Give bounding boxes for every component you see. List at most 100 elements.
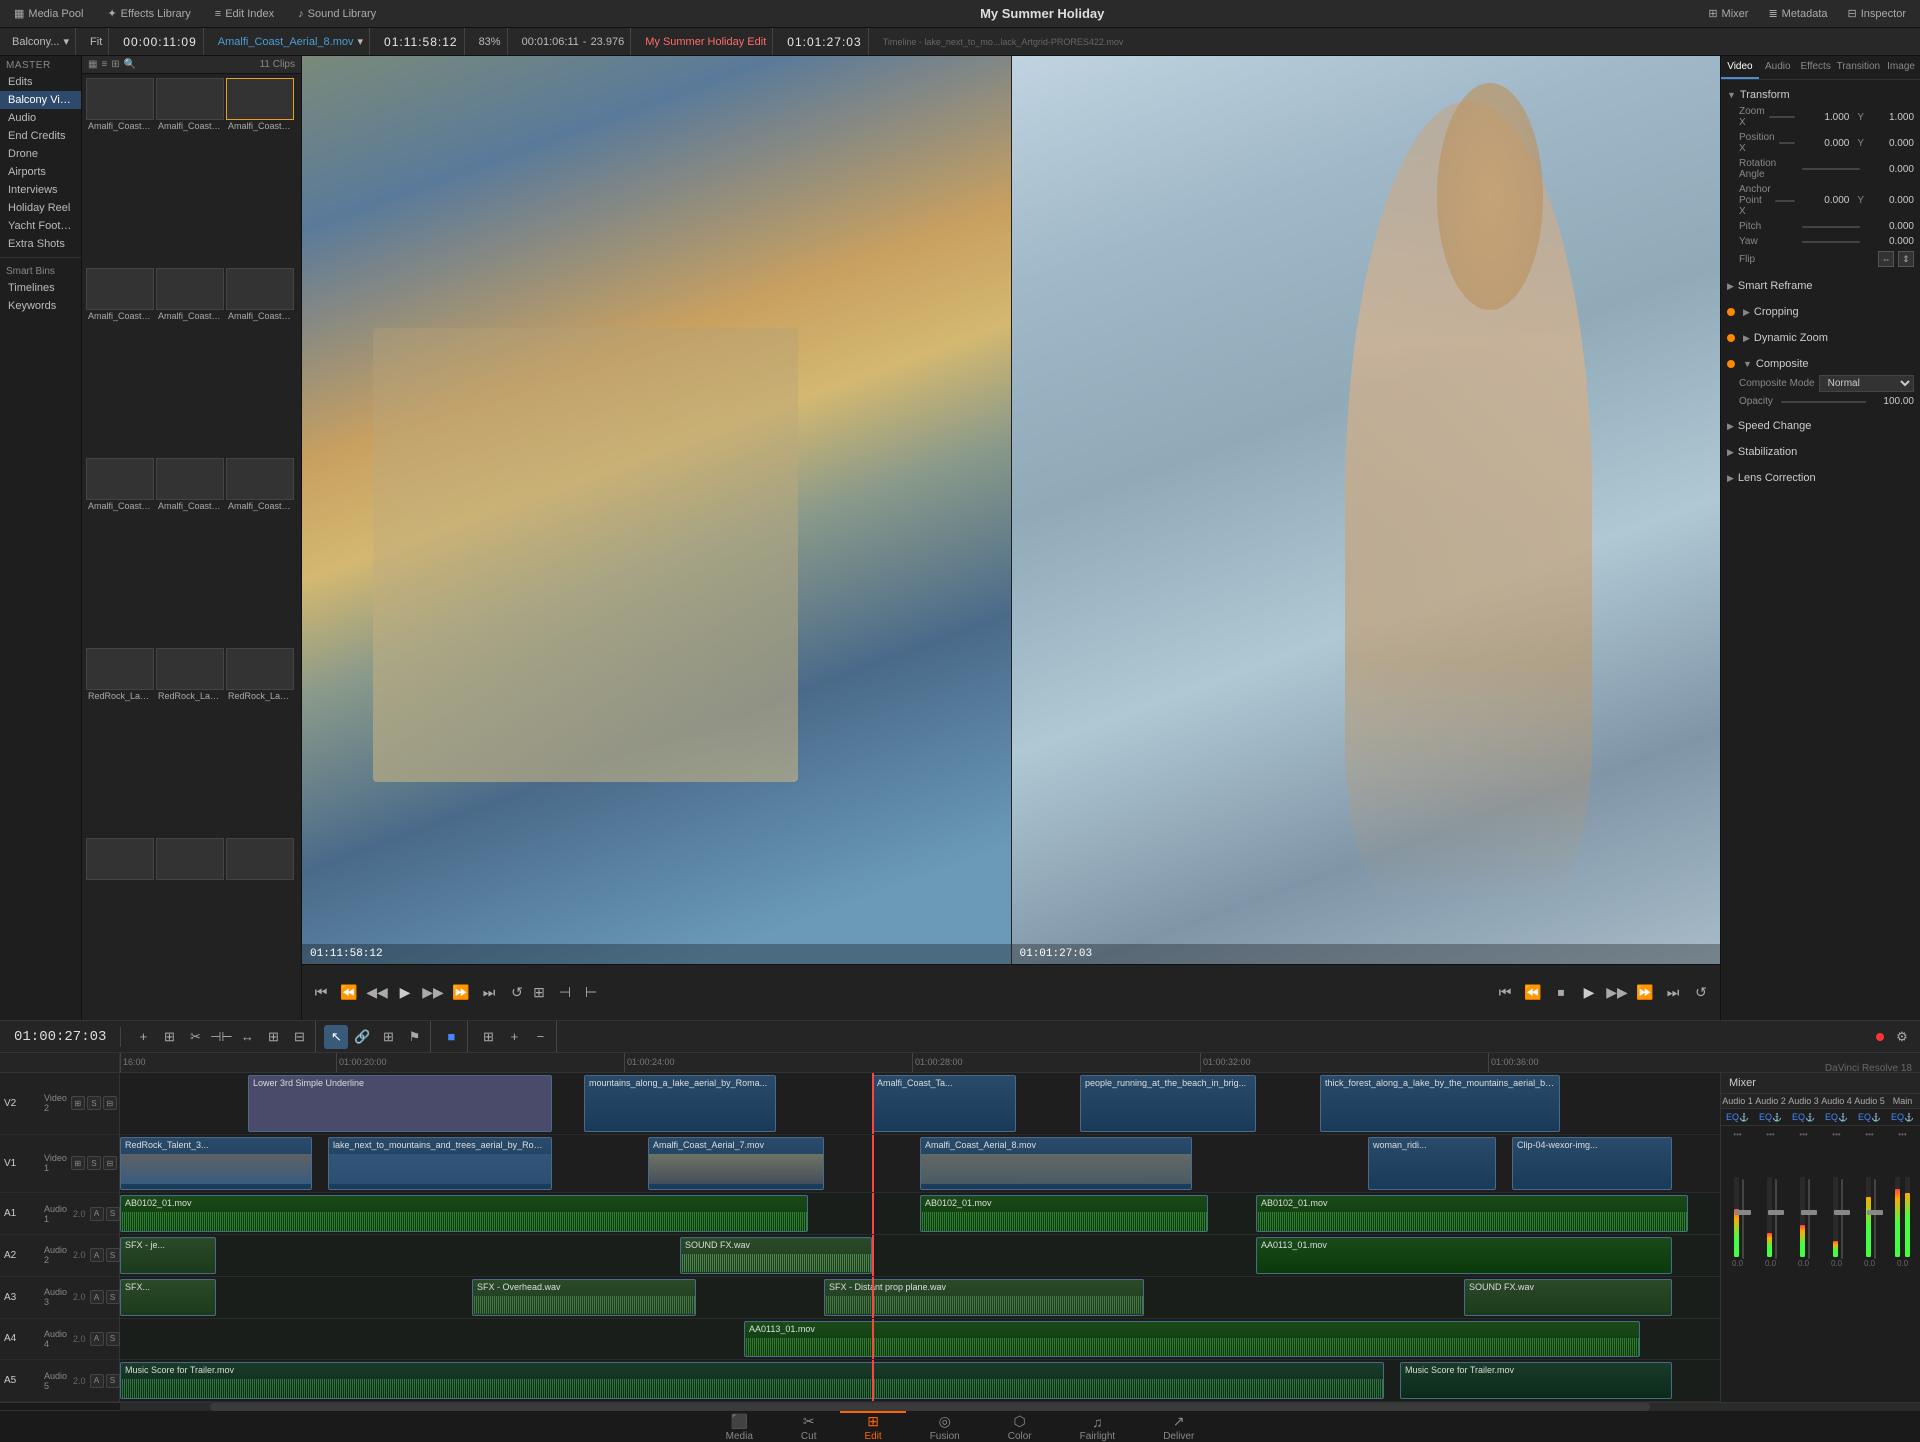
mixer-fader-a1[interactable]	[1742, 1179, 1744, 1259]
rotation-slider[interactable]	[1802, 168, 1861, 170]
clip-04-wexor[interactable]: Clip-04-wexor-img...	[1512, 1137, 1672, 1191]
source-loop-button[interactable]: ↺	[506, 982, 528, 1004]
inspector-tab-video[interactable]: Video	[1721, 56, 1759, 79]
program-ff-button[interactable]: ▶▶	[1606, 982, 1628, 1004]
smart-reframe-header[interactable]: ▶ Smart Reframe	[1727, 277, 1914, 295]
clip-amalfi-aerial-7[interactable]: Amalfi_Coast_Aerial_7.mov	[648, 1137, 824, 1191]
track-v1-solo[interactable]: ⊟	[103, 1156, 117, 1170]
source-skip-start-button[interactable]: ⏮	[310, 982, 332, 1004]
dynamic-zoom-header[interactable]: ▶ Dynamic Zoom	[1727, 329, 1914, 347]
tab-inspector[interactable]: ⊟ Inspector	[1842, 5, 1912, 22]
nav-extra-shots[interactable]: Extra Shots	[0, 235, 81, 253]
cropping-header[interactable]: ▶ Cropping	[1727, 303, 1914, 321]
add-track-button[interactable]: +	[131, 1025, 155, 1049]
clip-selector[interactable]: Amalfi_Coast_Aerial_8.mov ▾	[212, 28, 370, 55]
nav-color[interactable]: ⬡ Color	[984, 1411, 1056, 1442]
speed-change-header[interactable]: ▶ Speed Change	[1727, 417, 1914, 435]
fader-handle-a4[interactable]	[1834, 1210, 1850, 1215]
clip-a1-ab0102-2[interactable]: AB0102_01.mov	[920, 1195, 1208, 1232]
nav-fairlight[interactable]: ♫ Fairlight	[1056, 1411, 1140, 1442]
zoom-in-button[interactable]: +	[502, 1025, 526, 1049]
flag-button[interactable]: ⚑	[402, 1025, 426, 1049]
nav-airports[interactable]: Airports	[0, 163, 81, 181]
media-clip-13[interactable]	[156, 838, 224, 1016]
track-a2-solo[interactable]: S	[106, 1248, 120, 1262]
nav-timelines[interactable]: Timelines	[0, 279, 81, 297]
media-clip-8[interactable]: Amalfi_Coast_T...	[226, 458, 294, 646]
inspector-tab-image[interactable]: Image	[1882, 56, 1920, 79]
track-a2-auto[interactable]: A	[90, 1248, 104, 1262]
zoom-x-slider[interactable]	[1769, 116, 1795, 118]
clip-mountains-aerial[interactable]: mountains_along_a_lake_aerial_by_Roma...	[584, 1075, 776, 1132]
nav-yacht-footage[interactable]: Yacht Footage	[0, 217, 81, 235]
fader-handle-a3[interactable]	[1801, 1210, 1817, 1215]
clip-amalfi-aerial-8[interactable]: Amalfi_Coast_Aerial_8.mov	[920, 1137, 1192, 1191]
transform-section-header[interactable]: ▼ Transform	[1727, 86, 1914, 104]
track-a5-solo[interactable]: S	[106, 1374, 120, 1388]
zoom-out-button[interactable]: −	[528, 1025, 552, 1049]
tab-effects-library[interactable]: ✦ Effects Library	[101, 5, 196, 22]
track-v2-solo[interactable]: ⊟	[103, 1096, 117, 1110]
nav-drone[interactable]: Drone	[0, 145, 81, 163]
track-a1-auto[interactable]: A	[90, 1207, 104, 1221]
bin-selector[interactable]: Balcony... ▾	[6, 28, 76, 55]
fader-handle-a2[interactable]	[1768, 1210, 1784, 1215]
media-clip-9[interactable]: RedRock_Land...	[86, 648, 154, 836]
track-v2-mute[interactable]: S	[87, 1096, 101, 1110]
program-skip-start-button[interactable]: ⏮	[1494, 982, 1516, 1004]
flip-v-button[interactable]: ⇕	[1898, 251, 1914, 267]
program-next-frame-button[interactable]: ⏩	[1634, 982, 1656, 1004]
anchor-x-slider[interactable]	[1775, 200, 1796, 202]
clip-lower-third[interactable]: Lower 3rd Simple Underline	[248, 1075, 552, 1132]
media-clip-0[interactable]: Amalfi_Coast_A...	[86, 78, 154, 266]
clip-a3-overhead[interactable]: SFX - Overhead.wav	[472, 1279, 696, 1316]
nav-audio[interactable]: Audio	[0, 109, 81, 127]
media-clip-1[interactable]: Amalfi_Coast_A...	[156, 78, 224, 266]
nav-interviews[interactable]: Interviews	[0, 181, 81, 199]
mixer-fader-a5[interactable]	[1874, 1179, 1876, 1259]
media-clip-4[interactable]: Amalfi_Coast_T...	[156, 268, 224, 456]
nav-deliver[interactable]: ↗ Deliver	[1139, 1411, 1218, 1442]
media-clip-3[interactable]: Amalfi_Coast_T...	[86, 268, 154, 456]
media-clip-10[interactable]: RedRock_Land...	[156, 648, 224, 836]
media-clip-6[interactable]: Amalfi_Coast_T...	[86, 458, 154, 646]
tab-edit-index[interactable]: ≡ Edit Index	[209, 6, 280, 22]
clip-amalfi-talent[interactable]: Amalfi_Coast_Ta...	[872, 1075, 1016, 1132]
position-x-slider[interactable]	[1779, 142, 1796, 144]
fader-handle-a1[interactable]	[1735, 1210, 1751, 1215]
mark-out-button[interactable]: ⊢	[580, 982, 602, 1004]
slide-tool[interactable]: ⊟	[287, 1025, 311, 1049]
clip-a3-sound-fx-2[interactable]: SOUND FX.wav	[1464, 1279, 1672, 1316]
mixer-fader-a4[interactable]	[1841, 1179, 1843, 1259]
source-next-frame-button[interactable]: ⏩	[450, 982, 472, 1004]
trim-tool[interactable]: ⊣⊢	[209, 1025, 233, 1049]
tab-media-pool[interactable]: ▦ Media Pool	[8, 5, 89, 22]
clip-a2-sfx-je[interactable]: SFX - je...	[120, 1237, 216, 1274]
nav-keywords[interactable]: Keywords	[0, 297, 81, 315]
clip-a2-sound-fx[interactable]: SOUND FX.wav	[680, 1237, 872, 1274]
source-play-button[interactable]: ▶	[394, 982, 416, 1004]
clip-a5-music-2[interactable]: Music Score for Trailer.mov	[1400, 1362, 1672, 1399]
mark-in-button[interactable]: ⊣	[554, 982, 576, 1004]
inspector-tab-transition[interactable]: Transition	[1835, 56, 1883, 79]
track-v1-lock[interactable]: ⊞	[71, 1156, 85, 1170]
media-clip-7[interactable]: Amalfi_Coast_T...	[156, 458, 224, 646]
inspector-tab-effects[interactable]: Effects	[1797, 56, 1835, 79]
track-a3-solo[interactable]: S	[106, 1290, 120, 1304]
source-skip-end-button[interactable]: ⏭	[478, 982, 500, 1004]
track-v2-lock[interactable]: ⊞	[71, 1096, 85, 1110]
source-rewind-button[interactable]: ◀◀	[366, 982, 388, 1004]
pitch-slider[interactable]	[1802, 226, 1861, 228]
yaw-slider[interactable]	[1802, 241, 1861, 243]
tab-mixer[interactable]: ⊞ Mixer	[1702, 5, 1754, 22]
program-monitor[interactable]: 01:01:27:03	[1012, 56, 1721, 964]
timeline-settings-button[interactable]: ⚙	[1890, 1025, 1914, 1049]
cursor-tool[interactable]: ↖	[324, 1025, 348, 1049]
nav-end-credits[interactable]: End Credits	[0, 127, 81, 145]
clip-woman-riding[interactable]: woman_ridi...	[1368, 1137, 1496, 1191]
track-a4-solo[interactable]: S	[106, 1332, 120, 1346]
clip-connect-button[interactable]: ⊞	[376, 1025, 400, 1049]
horizontal-scroll-thumb[interactable]	[210, 1403, 1650, 1411]
track-select-button[interactable]: ⊞	[157, 1025, 181, 1049]
slip-tool[interactable]: ⊞	[261, 1025, 285, 1049]
